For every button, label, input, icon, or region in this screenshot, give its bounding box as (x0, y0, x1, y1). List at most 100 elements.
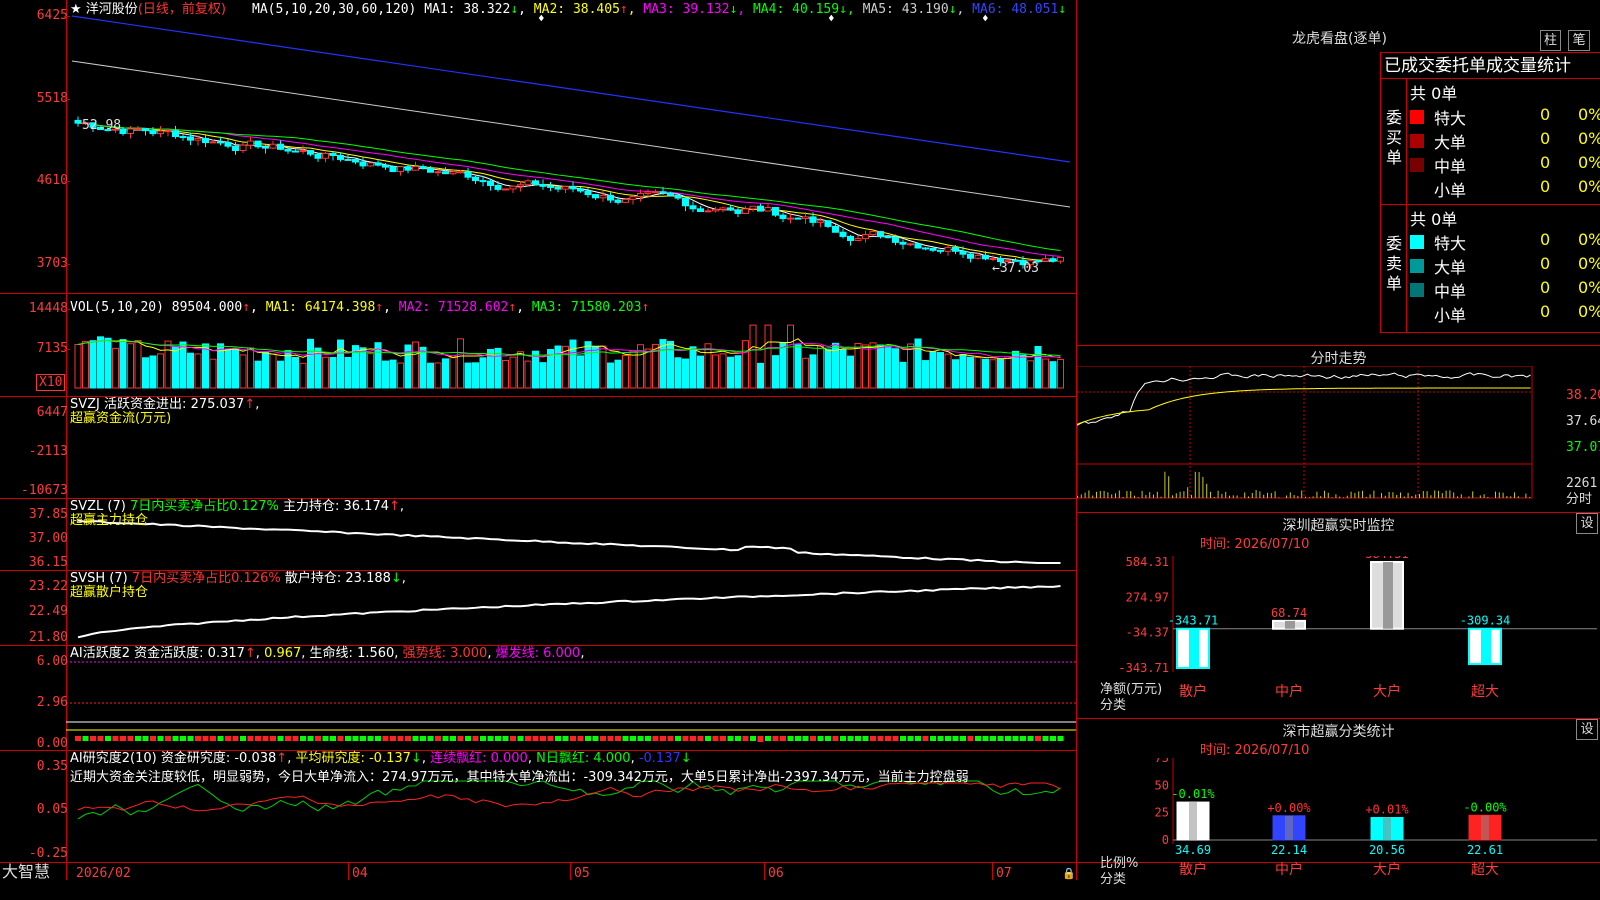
volume-bar (97, 336, 104, 389)
ai2-bar (337, 815, 344, 818)
kline-chart[interactable]: ♦ ♦ ♦ (66, 0, 1076, 293)
intraday-chart[interactable] (1077, 366, 1600, 510)
volume-bar (74, 343, 82, 389)
svzj-bar (391, 447, 395, 457)
intraday-vol-bar (1430, 495, 1432, 498)
ai1-bar (517, 736, 524, 741)
candle-body (524, 180, 532, 186)
bar-mode-button[interactable]: 柱 (1540, 30, 1561, 51)
svsh-yaxis-tick: 22.49 (28, 604, 68, 619)
ai1-bar (322, 736, 329, 741)
intraday-vol-bar (1495, 491, 1496, 498)
xaxis-sep (570, 862, 571, 880)
sell-row-pct: 0% (1578, 230, 1600, 249)
candle-body (464, 171, 472, 178)
sz-monitor-bar-name: 中户 (1275, 683, 1303, 700)
candle-body (944, 246, 952, 252)
candle-body (989, 258, 997, 261)
ai1-bar (472, 736, 479, 741)
sz-monitor-settings-button[interactable]: 设 (1576, 513, 1598, 534)
ai1-bar (142, 736, 149, 741)
volume-bar (989, 359, 997, 389)
ai1-bar (802, 736, 809, 741)
ai2-bar (982, 817, 989, 824)
cycle-label: (日线，前复权) (137, 2, 226, 17)
ai1-bar (1050, 736, 1056, 741)
volume-bar (337, 339, 344, 389)
intraday-vol-bar (1293, 495, 1295, 498)
buy-row-count: 0 (1540, 177, 1551, 196)
ai2-bar (367, 816, 374, 819)
lock-icon[interactable]: 🔒 (1062, 866, 1076, 881)
intraday-vol-bar (1270, 493, 1272, 498)
candle-body (239, 144, 247, 152)
sz-class-settings-button[interactable]: 设 (1576, 719, 1598, 740)
svsh-yaxis-tick: 23.22 (28, 579, 68, 594)
candle-body (794, 217, 802, 220)
volume-bar (704, 343, 712, 389)
ai1-bar (390, 736, 396, 741)
volume-bar (1027, 360, 1034, 389)
intraday-vol-bar (1468, 496, 1470, 498)
volume-bar (254, 360, 262, 389)
ai2-bar (112, 811, 119, 817)
intraday-border (1077, 345, 1600, 346)
ai1-bar (577, 736, 584, 741)
svzj-bar (368, 447, 373, 458)
candle-body (367, 162, 374, 167)
volume-bar (697, 355, 704, 389)
volume-bar (847, 355, 854, 389)
ai2-bar (525, 815, 531, 818)
candle-body (487, 180, 494, 186)
candle-body (329, 152, 337, 156)
svzj-bar (796, 447, 800, 459)
candle-body (779, 214, 787, 220)
intraday-vol-bar (1362, 490, 1363, 498)
ai2-bar (750, 811, 756, 817)
sz-class-bar-change: -0.00% (1463, 800, 1507, 814)
candle-body (742, 208, 749, 214)
ai2-bar (465, 806, 471, 817)
candle-body (704, 210, 712, 213)
buy-row-pct: 0% (1578, 105, 1600, 124)
intraday-vol-bar (1434, 490, 1436, 498)
volume-bar (959, 354, 967, 389)
buy-row-pct: 0% (1578, 129, 1600, 148)
intraday-title: 分时走势 (1310, 351, 1367, 367)
ai-research-chart[interactable] (66, 751, 1076, 862)
ai1-bar (540, 736, 546, 741)
sz-class-bar-shade (1285, 815, 1293, 840)
ai1-bar (975, 736, 981, 741)
volume-bar (592, 346, 599, 389)
ai2-bar (757, 817, 764, 822)
svzj-bar (413, 446, 418, 448)
intraday-vol-bar (1517, 496, 1519, 498)
ai2-bar (742, 814, 749, 817)
tick-mode-button[interactable]: 笔 (1568, 30, 1590, 51)
ai2-bar (150, 817, 156, 819)
candle-body (472, 176, 479, 182)
ma4-text: MA4: 40.159↓, (752, 2, 855, 17)
svzj-bar (323, 447, 328, 455)
candle-body (584, 190, 592, 196)
candle-body (689, 205, 697, 210)
sz-monitor-bar-value: -309.34 (1460, 614, 1511, 628)
volume-bar (142, 357, 149, 389)
ai2-bar (802, 817, 809, 823)
svzj-subtitle: 超赢资金流(万元) (70, 411, 172, 426)
ai1-bar (525, 736, 531, 741)
svzj-chart[interactable] (66, 397, 1076, 498)
ai-activity-chart[interactable] (66, 646, 1076, 750)
vol-yaxis-gridtick (64, 349, 70, 350)
volume-bar (674, 357, 682, 389)
volume-bar (937, 352, 944, 389)
volume-bar (922, 360, 929, 389)
ai1-bar (82, 736, 89, 741)
volume-bar (944, 353, 952, 389)
kline-yaxis-gridtick (64, 16, 70, 17)
sz-class-bar-shade (1189, 802, 1197, 840)
vol-unit-badge[interactable]: X10 (36, 374, 66, 391)
candle-body (712, 208, 719, 212)
ai2-bar (645, 817, 651, 821)
volume-bar (412, 341, 419, 389)
